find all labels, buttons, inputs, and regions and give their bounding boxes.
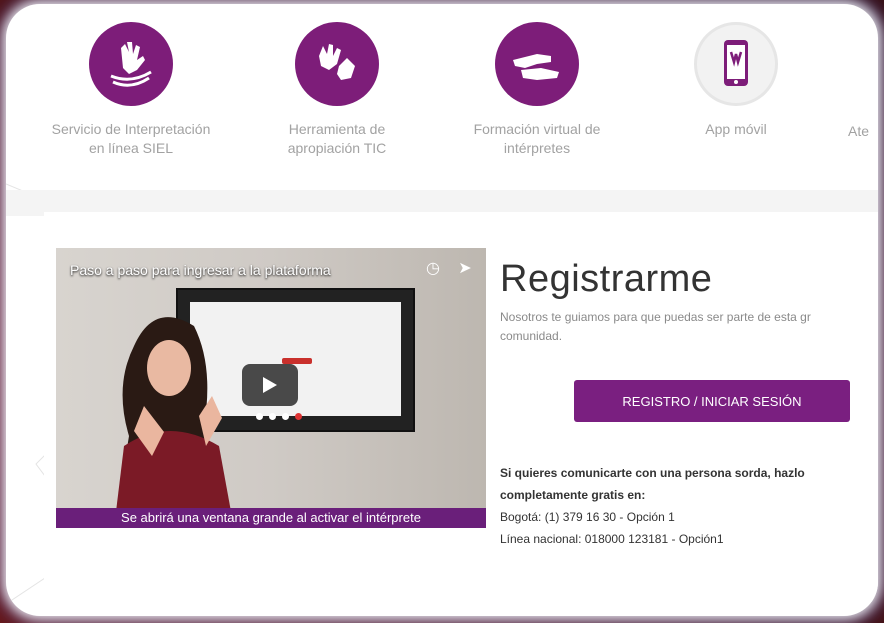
service-label-line2: en línea SIEL [88,140,174,156]
service-tic[interactable]: Herramienta de apropiación TIC [237,22,437,158]
contact-phone-national[interactable]: Línea nacional: 018000 123181 - Opción1 [500,528,870,550]
interpreter-person [114,317,234,528]
hands-sign-icon [295,22,379,106]
register-subtitle: Nosotros te guiamos para que puedas ser … [500,308,878,346]
content-panel: Paso a paso para ingresar a la plataform… [44,212,878,602]
share-icon[interactable]: ➤ [456,260,474,278]
play-button[interactable] [242,364,298,406]
service-siel[interactable]: Servicio de Interpretación en línea SIEL [31,22,231,158]
service-label-line2: intérpretes [503,140,571,156]
service-formacion[interactable]: Formación virtual de intérpretes [437,22,637,158]
contact-line2: completamente gratis en: [500,488,646,502]
contact-phone-bogota[interactable]: Bogotá: (1) 379 16 30 - Opción 1 [500,506,870,528]
service-label-line1: Herramienta de [288,121,386,137]
services-row: Servicio de Interpretación en línea SIEL… [6,4,878,189]
register-title: Registrarme [500,258,713,300]
video-title: Paso a paso para ingresar a la plataform… [70,262,331,278]
video-caption: Se abrirá una ventana grande al activar … [56,508,486,528]
contact-line1: Si quieres comunicarte con una persona s… [500,466,805,480]
video-indicators [256,413,302,420]
page-frame: Servicio de Interpretación en línea SIEL… [6,4,878,616]
video-player[interactable]: Paso a paso para ingresar a la plataform… [56,248,486,528]
register-login-button[interactable]: REGISTRO / INICIAR SESIÓN [574,380,850,422]
clock-icon[interactable]: ◷ [424,260,442,278]
service-label-line2: apropiación TIC [287,140,387,156]
service-label-line1: Ate [848,123,870,139]
hands-gesture-icon [495,22,579,106]
service-label-line1: Formación virtual de [473,121,601,137]
service-atencion[interactable]: Ate [786,122,878,141]
service-label-line1: Servicio de Interpretación [51,121,211,137]
hand-sign-icon [89,22,173,106]
mobile-app-icon [694,22,778,106]
contact-info: Si quieres comunicarte con una persona s… [500,462,870,550]
register-subtitle-line2: comunidad. [500,329,563,343]
register-subtitle-line1: Nosotros te guiamos para que puedas ser … [500,310,811,324]
play-icon [263,377,277,393]
